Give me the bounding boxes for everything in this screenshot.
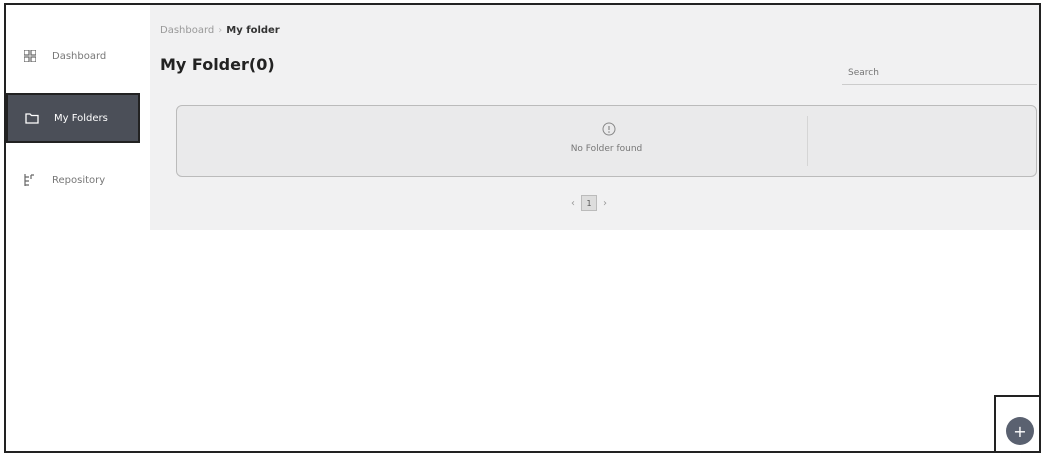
- divider: [807, 116, 808, 166]
- info-icon: [602, 122, 616, 136]
- folder-icon: [22, 112, 42, 124]
- sidebar-item-label: Dashboard: [52, 50, 107, 62]
- repository-icon: [20, 173, 40, 187]
- dashboard-icon: [20, 50, 40, 62]
- pagination: ‹ 1 ›: [571, 195, 607, 211]
- empty-state-card: No Folder found: [176, 105, 1037, 177]
- breadcrumb-separator: ›: [218, 25, 223, 36]
- breadcrumb-current: My folder: [226, 25, 280, 36]
- sidebar-item-label: My Folders: [54, 112, 108, 124]
- sidebar-item-repository[interactable]: Repository: [6, 155, 140, 205]
- add-folder-button[interactable]: +: [1006, 417, 1034, 445]
- fab-container: +: [994, 395, 1039, 451]
- breadcrumb-root[interactable]: Dashboard: [160, 25, 214, 36]
- sidebar-item-my-folders[interactable]: My Folders: [6, 93, 140, 143]
- breadcrumb: Dashboard › My folder: [160, 25, 280, 36]
- prev-page-button[interactable]: ‹: [571, 198, 575, 209]
- sidebar: Dashboard My Folders Repository: [6, 5, 142, 451]
- page-title: My Folder(0): [160, 55, 275, 74]
- app-window: Dashboard My Folders Repository Dashboar…: [4, 3, 1041, 453]
- sidebar-item-dashboard[interactable]: Dashboard: [6, 31, 140, 81]
- page-number-button[interactable]: 1: [581, 195, 597, 211]
- plus-icon: +: [1013, 421, 1027, 441]
- sidebar-item-label: Repository: [52, 174, 106, 186]
- next-page-button[interactable]: ›: [603, 198, 607, 209]
- search-input[interactable]: [842, 61, 1037, 85]
- empty-state-message: No Folder found: [570, 144, 643, 154]
